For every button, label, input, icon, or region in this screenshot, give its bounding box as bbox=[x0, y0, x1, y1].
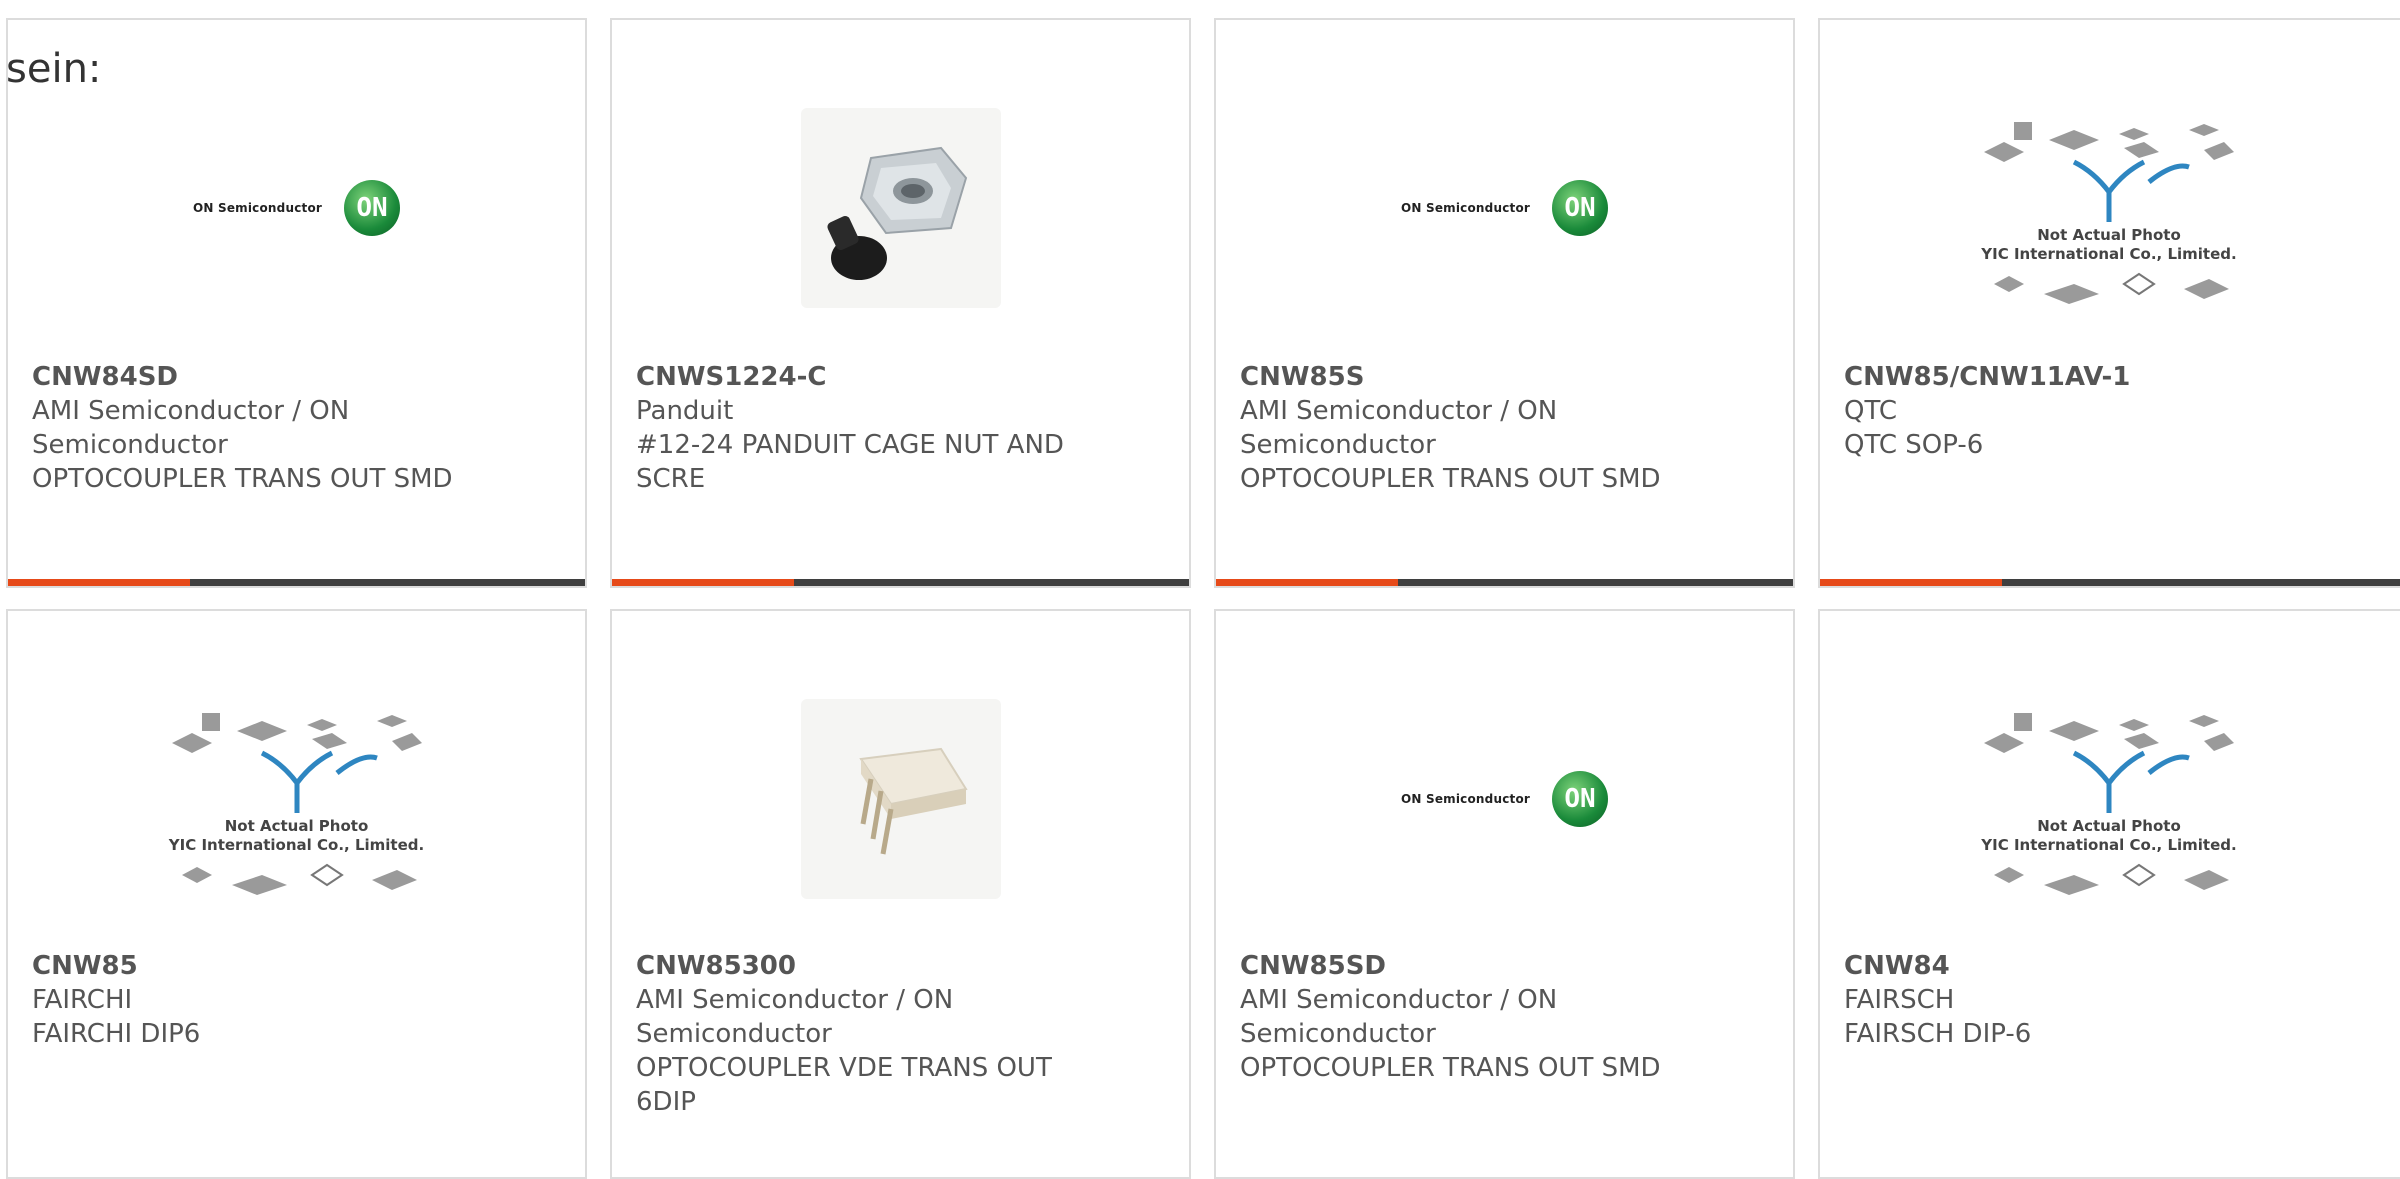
product-card[interactable]: Not Actual Photo YIC International Co., … bbox=[1818, 609, 2400, 1179]
card-bar-accent bbox=[612, 579, 794, 586]
product-image[interactable] bbox=[612, 671, 1189, 926]
yic-not-actual-photo: Not Actual Photo YIC International Co., … bbox=[162, 703, 432, 909]
product-info: CNW85S AMI Semiconductor / ON Semiconduc… bbox=[1240, 360, 1769, 496]
product-image[interactable]: Not Actual Photo YIC International Co., … bbox=[8, 651, 585, 961]
description: OPTOCOUPLER TRANS OUT SMD bbox=[32, 464, 453, 494]
card-bar-accent bbox=[8, 579, 190, 586]
manufacturer: FAIRSCH bbox=[1844, 985, 1955, 1015]
manufacturer: AMI Semiconductor / ON bbox=[32, 396, 350, 426]
product-image[interactable] bbox=[612, 80, 1189, 335]
part-number[interactable]: CNWS1224-C bbox=[636, 360, 1165, 394]
yic-caption: Not Actual Photo YIC International Co., … bbox=[1974, 226, 2244, 264]
yic-caption-line2: YIC International Co., Limited. bbox=[1981, 245, 2237, 263]
part-number[interactable]: CNW85S bbox=[1240, 360, 1769, 394]
manufacturer-cont: Semiconductor bbox=[1240, 1019, 1436, 1049]
on-semiconductor-logo: ON Semiconductor ON bbox=[192, 179, 401, 236]
product-grid: ON Semiconductor ON CNW84SD AMI Semicond… bbox=[0, 0, 2400, 1179]
product-info: CNW85300 AMI Semiconductor / ON Semicond… bbox=[636, 949, 1165, 1119]
logo-circle: ON bbox=[344, 179, 401, 236]
part-number[interactable]: CNW85SD bbox=[1240, 949, 1769, 983]
manufacturer: AMI Semiconductor / ON bbox=[1240, 396, 1558, 426]
yic-caption: Not Actual Photo YIC International Co., … bbox=[162, 817, 432, 855]
cage-nut-photo bbox=[800, 107, 1001, 308]
product-info: CNWS1224-C Panduit #12-24 PANDUIT CAGE N… bbox=[636, 360, 1165, 496]
yic-caption-line1: Not Actual Photo bbox=[2037, 226, 2181, 244]
product-image[interactable]: ON Semiconductor ON bbox=[1216, 80, 1793, 335]
description: OPTOCOUPLER TRANS OUT SMD bbox=[1240, 464, 1661, 494]
description: OPTOCOUPLER VDE TRANS OUT bbox=[636, 1053, 1052, 1083]
description: FAIRCHI DIP6 bbox=[32, 1019, 201, 1049]
on-semiconductor-logo: ON Semiconductor ON bbox=[1400, 770, 1609, 827]
product-card[interactable]: ON Semiconductor ON CNW84SD AMI Semicond… bbox=[6, 18, 587, 588]
card-bar bbox=[1216, 579, 1793, 586]
product-card[interactable]: CNW85300 AMI Semiconductor / ON Semicond… bbox=[610, 609, 1191, 1179]
manufacturer-cont: Semiconductor bbox=[32, 430, 228, 460]
product-card[interactable]: Not Actual Photo YIC International Co., … bbox=[6, 609, 587, 1179]
intro-text: sein: bbox=[6, 46, 102, 92]
description-cont: SCRE bbox=[636, 464, 706, 494]
card-bar bbox=[612, 579, 1189, 586]
on-semiconductor-logo: ON Semiconductor ON bbox=[1400, 179, 1609, 236]
manufacturer: Panduit bbox=[636, 396, 734, 426]
product-card[interactable]: Not Actual Photo YIC International Co., … bbox=[1818, 18, 2400, 588]
description: FAIRSCH DIP-6 bbox=[1844, 1019, 2032, 1049]
product-info: CNW85/CNW11AV-1 QTC QTC SOP-6 bbox=[1844, 360, 2382, 462]
product-info: CNW85 FAIRCHI FAIRCHI DIP6 bbox=[32, 949, 561, 1051]
card-bar-accent bbox=[1216, 579, 1398, 586]
product-info: CNW85SD AMI Semiconductor / ON Semicondu… bbox=[1240, 949, 1769, 1085]
description-cont: 6DIP bbox=[636, 1087, 696, 1117]
manufacturer-cont: Semiconductor bbox=[1240, 430, 1436, 460]
part-number[interactable]: CNW85 bbox=[32, 949, 561, 983]
part-number[interactable]: CNW84SD bbox=[32, 360, 561, 394]
description: OPTOCOUPLER TRANS OUT SMD bbox=[1240, 1053, 1661, 1083]
part-number[interactable]: CNW85300 bbox=[636, 949, 1165, 983]
product-image[interactable]: Not Actual Photo YIC International Co., … bbox=[1820, 60, 2398, 370]
logo-text: ON Semiconductor bbox=[192, 200, 323, 215]
yic-caption-line2: YIC International Co., Limited. bbox=[168, 836, 425, 854]
manufacturer: FAIRCHI bbox=[32, 985, 133, 1015]
product-image[interactable]: ON Semiconductor ON bbox=[1216, 671, 1793, 926]
logo-text: ON Semiconductor bbox=[1400, 791, 1531, 806]
logo-circle: ON bbox=[1552, 179, 1609, 236]
product-info: CNW84SD AMI Semiconductor / ON Semicondu… bbox=[32, 360, 561, 496]
part-number[interactable]: CNW84 bbox=[1844, 949, 2382, 983]
logo-circle: ON bbox=[1552, 770, 1609, 827]
dip6-optocoupler-photo bbox=[800, 698, 1001, 899]
product-image[interactable]: Not Actual Photo YIC International Co., … bbox=[1820, 651, 2398, 961]
yic-not-actual-photo: Not Actual Photo YIC International Co., … bbox=[1974, 112, 2244, 318]
yic-caption-line2: YIC International Co., Limited. bbox=[1981, 836, 2237, 854]
card-bar bbox=[1820, 579, 2400, 586]
product-card[interactable]: ON Semiconductor ON CNW85S AMI Semicondu… bbox=[1214, 18, 1795, 588]
manufacturer: AMI Semiconductor / ON bbox=[1240, 985, 1558, 1015]
description: QTC SOP-6 bbox=[1844, 430, 1984, 460]
manufacturer: AMI Semiconductor / ON bbox=[636, 985, 954, 1015]
card-bar-accent bbox=[1820, 579, 2002, 586]
product-info: CNW84 FAIRSCH FAIRSCH DIP-6 bbox=[1844, 949, 2382, 1051]
product-card[interactable]: ON Semiconductor ON CNW85SD AMI Semicond… bbox=[1214, 609, 1795, 1179]
product-image[interactable]: ON Semiconductor ON bbox=[8, 80, 585, 335]
logo-text: ON Semiconductor bbox=[1400, 200, 1531, 215]
part-number[interactable]: CNW85/CNW11AV-1 bbox=[1844, 360, 2382, 394]
product-card[interactable]: CNWS1224-C Panduit #12-24 PANDUIT CAGE N… bbox=[610, 18, 1191, 588]
yic-caption-line1: Not Actual Photo bbox=[224, 817, 369, 835]
manufacturer: QTC bbox=[1844, 396, 1897, 426]
description: #12-24 PANDUIT CAGE NUT AND bbox=[636, 430, 1064, 460]
yic-caption-line1: Not Actual Photo bbox=[2037, 817, 2181, 835]
yic-not-actual-photo: Not Actual Photo YIC International Co., … bbox=[1974, 703, 2244, 909]
card-bar bbox=[8, 579, 585, 586]
manufacturer-cont: Semiconductor bbox=[636, 1019, 832, 1049]
yic-caption: Not Actual Photo YIC International Co., … bbox=[1974, 817, 2244, 855]
